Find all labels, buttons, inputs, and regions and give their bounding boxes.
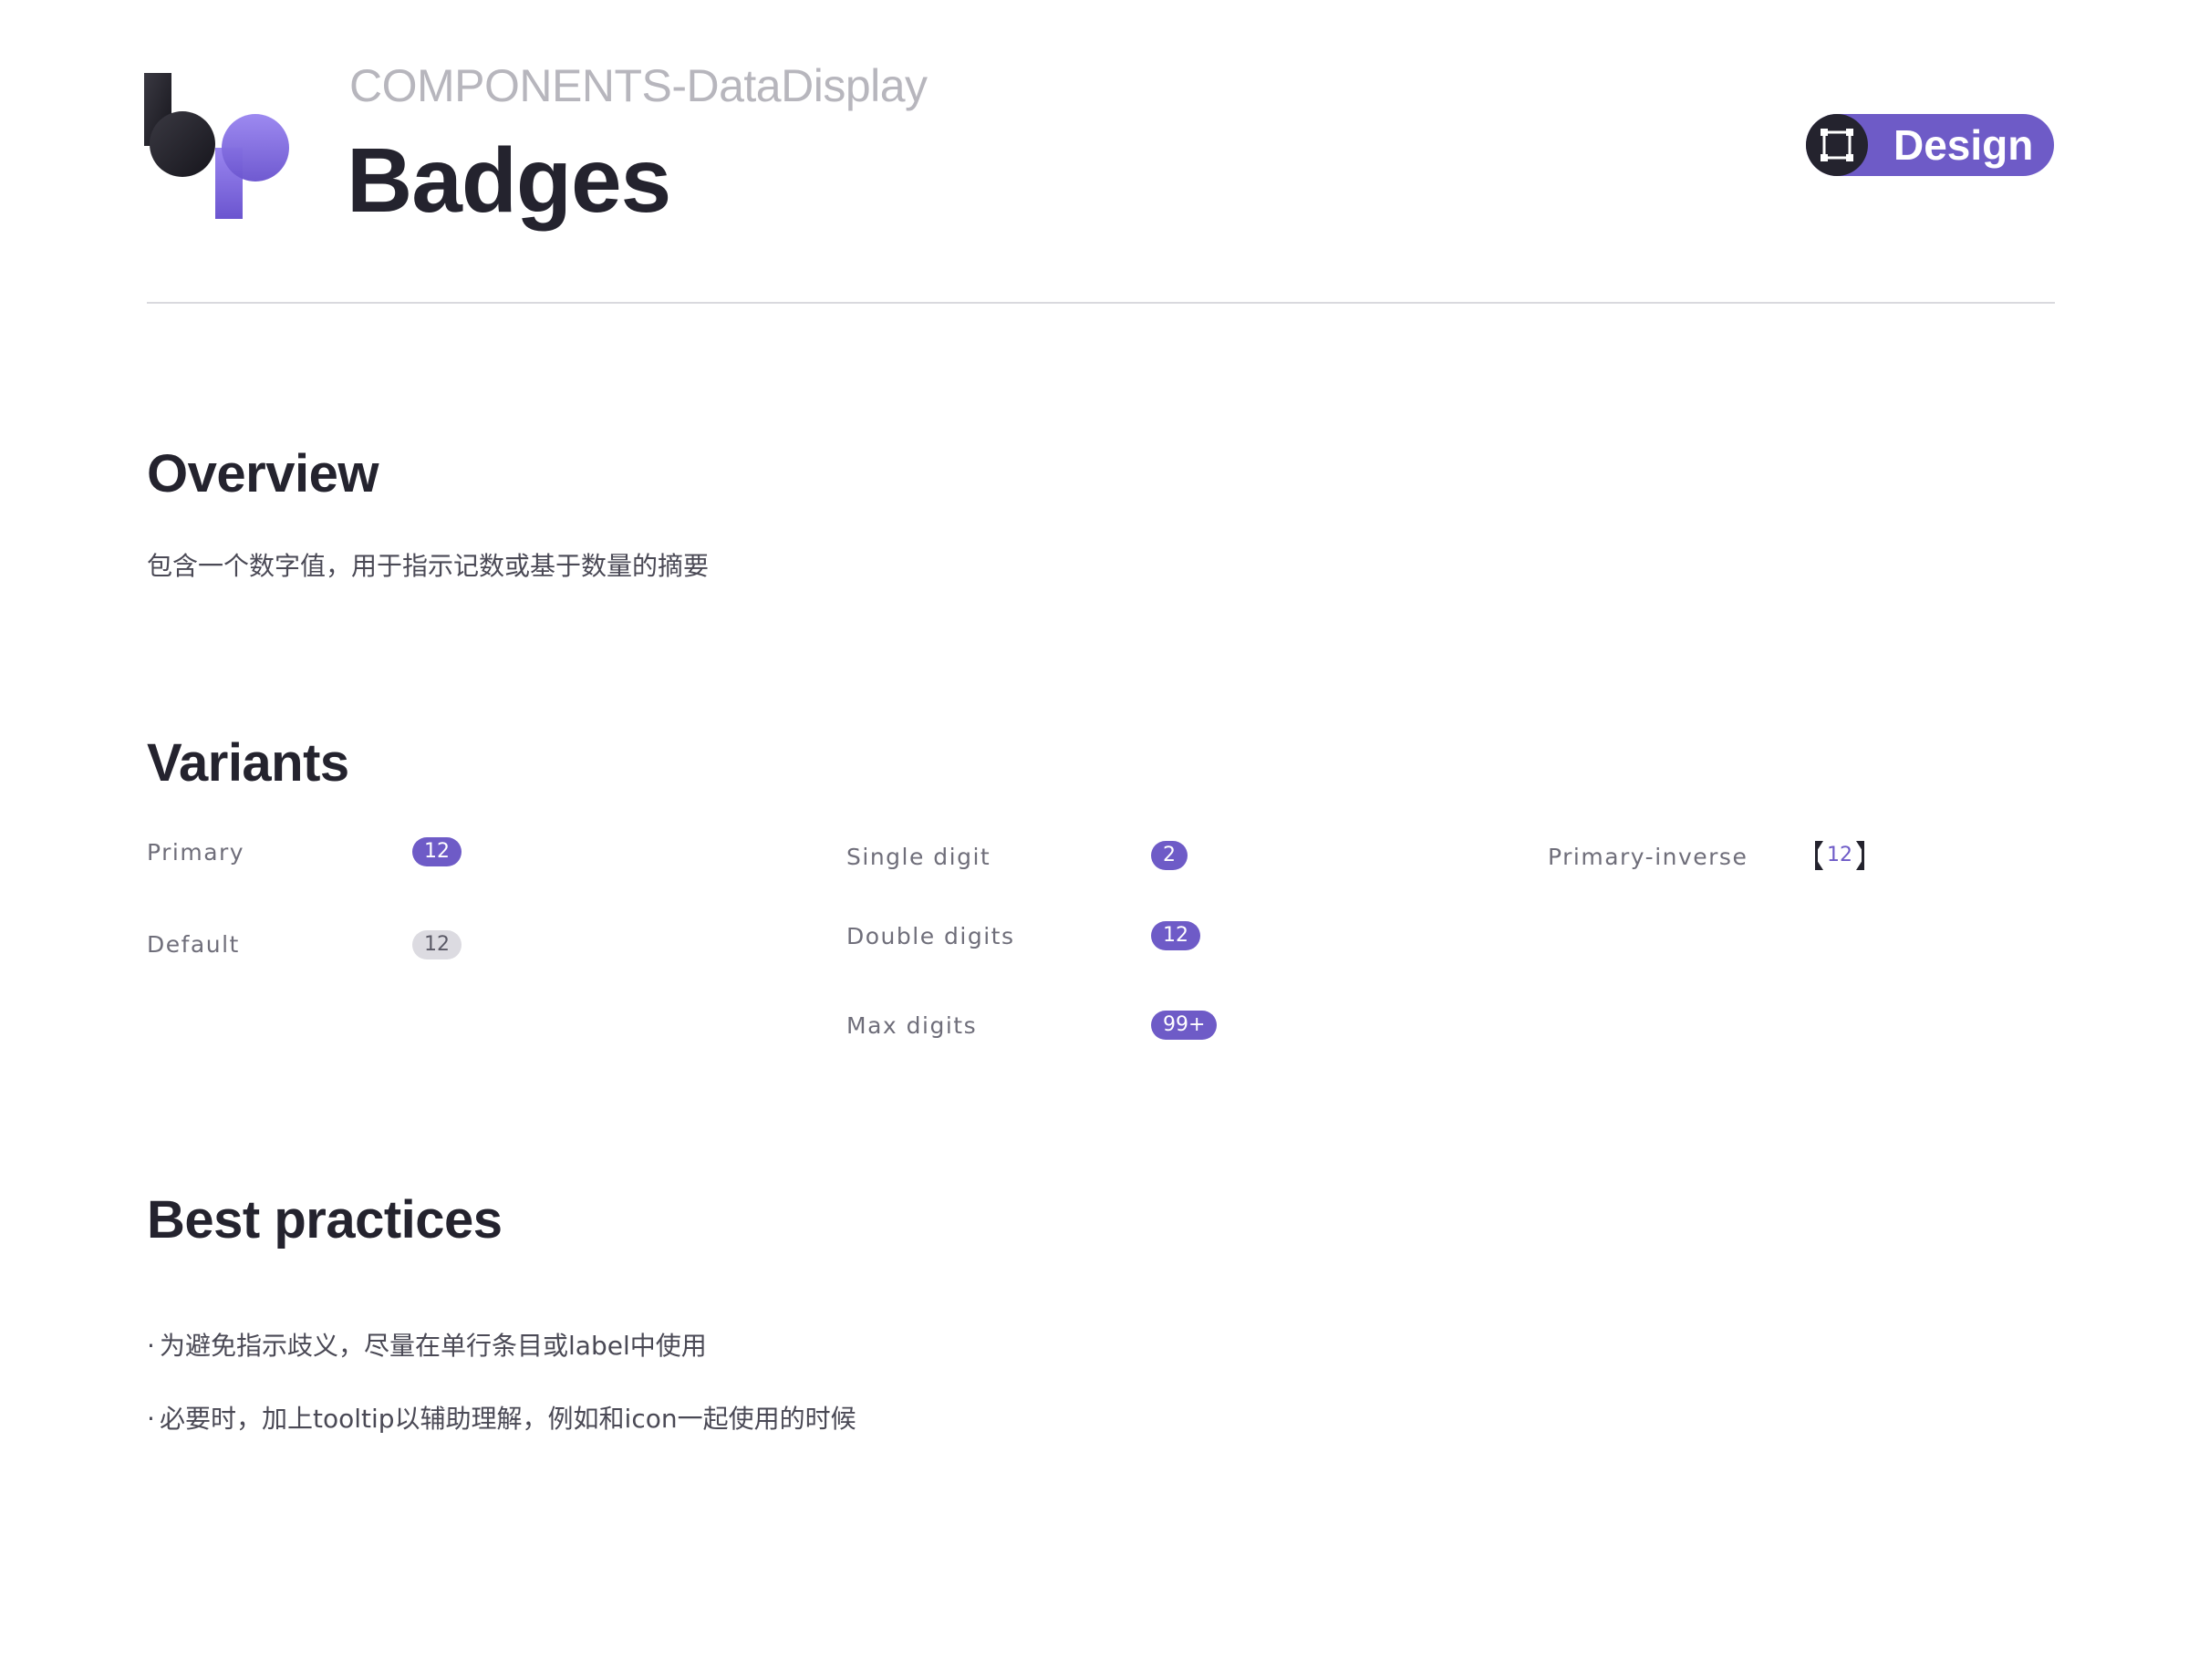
variant-label-max-digits: Max digits (846, 1012, 978, 1039)
badge-primary-inverse: 12 (1815, 841, 1864, 870)
variant-label-default: Default (147, 931, 240, 958)
bullet-icon: · (147, 1404, 155, 1434)
variant-label-double-digits: Double digits (846, 923, 1015, 949)
design-button-label: Design (1893, 121, 2034, 169)
header-divider (147, 302, 2055, 304)
variant-label-single-digit: Single digit (846, 844, 991, 870)
badge-max-digits: 99+ (1151, 1011, 1218, 1040)
variant-label-primary-inverse: Primary-inverse (1548, 844, 1748, 870)
badge-double-digits: 12 (1151, 921, 1200, 950)
badge-default: 12 (412, 930, 462, 959)
variants-heading: Variants (147, 733, 349, 793)
overview-heading: Overview (147, 444, 379, 503)
practice-item-text: 必要时，加上tooltip以辅助理解，例如和icon一起使用的时候 (160, 1404, 856, 1434)
design-button[interactable]: Design (1806, 114, 2054, 176)
badge-primary: 12 (412, 837, 462, 866)
practice-item: · 为避免指示歧义，尽量在单行条目或label中使用 (147, 1328, 707, 1364)
overview-description: 包含一个数字值，用于指示记数或基于数量的摘要 (147, 551, 710, 581)
practice-item: · 必要时，加上tooltip以辅助理解，例如和icon一起使用的时候 (147, 1401, 856, 1437)
badge-single-digit: 2 (1151, 841, 1188, 870)
variant-label-primary: Primary (147, 839, 245, 866)
bullet-icon: · (147, 1331, 155, 1361)
best-practices-heading: Best practices (147, 1190, 503, 1250)
practice-item-text: 为避免指示歧义，尽量在单行条目或label中使用 (160, 1331, 707, 1361)
brand-logo-icon (144, 71, 296, 219)
badge-primary-inverse-value: 12 (1827, 844, 1852, 866)
breadcrumb: COMPONENTS-DataDisplay (349, 60, 928, 111)
frame-icon (1806, 114, 1868, 176)
page-title: Badges (347, 130, 671, 232)
